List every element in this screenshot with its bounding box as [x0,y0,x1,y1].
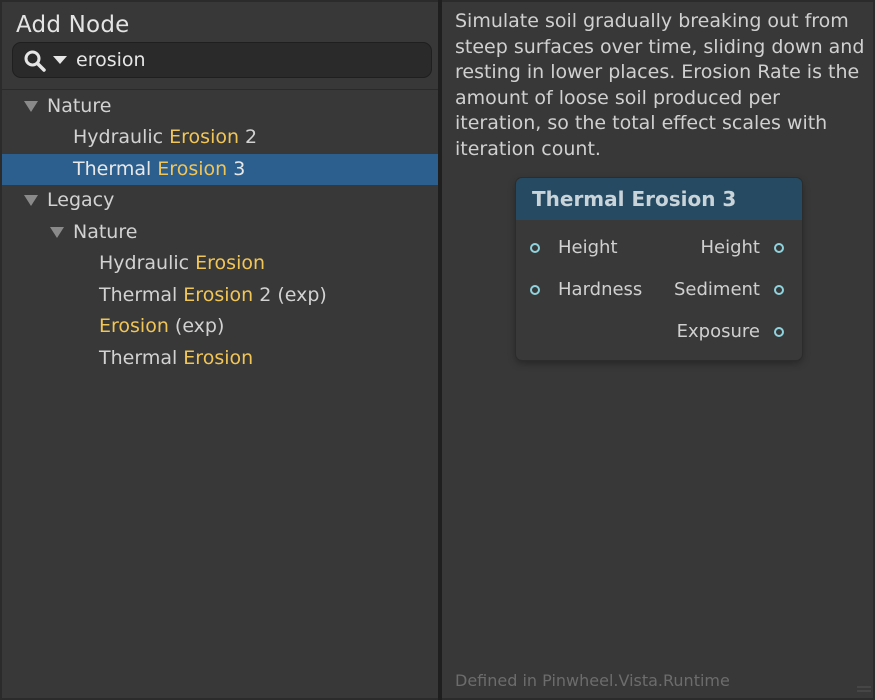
search-options-chevron-down-icon[interactable] [53,54,67,66]
expand-triangle-icon[interactable] [24,101,38,113]
node-title: Thermal Erosion 3 [532,187,737,211]
output-port-exposure[interactable] [774,327,784,337]
search-icon[interactable] [23,49,47,73]
expand-triangle-icon[interactable] [50,227,64,239]
tree-group-legacy-nature[interactable]: Nature [2,217,438,248]
tree-group-nature[interactable]: Nature [2,91,438,122]
divider [2,89,438,90]
tree-item-thermal-erosion[interactable]: Thermal Erosion [2,343,438,374]
tree-item-label: Legacy [47,189,115,211]
tree-item-label: Hydraulic Erosion 2 [73,126,258,148]
tree-item-hydraulic-erosion-2[interactable]: Hydraulic Erosion 2 [2,122,438,153]
input-port-height[interactable] [530,243,540,253]
input-label-height: Height [558,237,618,258]
tree-item-label: Thermal Erosion 3 [73,158,246,180]
search-input[interactable] [76,46,416,74]
defined-in-footer: Defined in Pinwheel.Vista.Runtime [455,671,730,690]
search-bar[interactable] [12,42,432,78]
output-label-height: Height [700,237,760,258]
output-label-sediment: Sediment [673,279,760,300]
tree-item-thermal-erosion-3[interactable]: Thermal Erosion 3 [2,154,438,185]
output-port-height[interactable] [774,243,784,253]
add-node-window: Add Node Nature Hydraulic Erosion 2 [0,0,875,700]
tree-item-erosion-exp[interactable]: Erosion (exp) [2,311,438,342]
window-title: Add Node [16,12,130,38]
expand-triangle-icon[interactable] [24,195,38,207]
tree-item-label: Hydraulic Erosion [99,252,266,274]
tree-item-label: Nature [73,221,138,243]
tree-item-label: Nature [47,95,112,117]
input-port-hardness[interactable] [530,285,540,295]
tree-item-label: Erosion (exp) [99,315,225,337]
output-label-exposure: Exposure [676,321,760,342]
node-preview: Thermal Erosion 3 Height Hardness Height… [516,178,802,360]
node-description: Simulate soil gradually breaking out fro… [455,10,865,160]
output-port-sediment[interactable] [774,285,784,295]
node-browser-panel: Add Node Nature Hydraulic Erosion 2 [2,2,438,698]
tree-group-legacy[interactable]: Legacy [2,185,438,216]
tree-item-thermal-erosion-2-exp[interactable]: Thermal Erosion 2 (exp) [2,280,438,311]
tree-item-label: Thermal Erosion [99,347,254,369]
tree-item-hydraulic-erosion[interactable]: Hydraulic Erosion [2,248,438,279]
node-header: Thermal Erosion 3 [516,178,802,220]
input-label-hardness: Hardness [558,279,643,300]
resize-grip-icon[interactable] [857,686,871,692]
tree-item-label: Thermal Erosion 2 (exp) [99,284,327,306]
node-preview-panel: Simulate soil gradually breaking out fro… [442,2,873,698]
